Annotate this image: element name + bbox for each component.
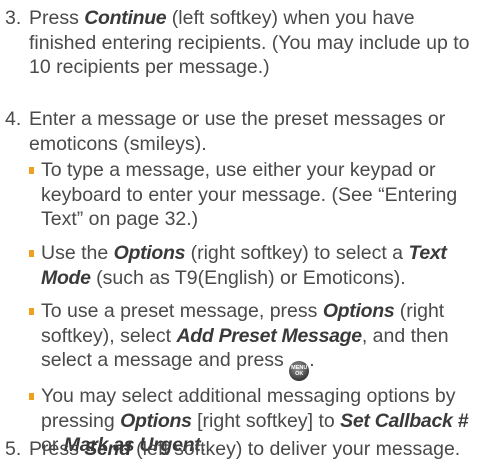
bullet-item: Use the Options (right softkey) to selec… xyxy=(29,241,479,290)
step-3: 3. Press Continue (left softkey) when yo… xyxy=(0,6,485,80)
bullet-marker xyxy=(29,167,34,174)
menu-ok-key-icon: MENU OK xyxy=(289,361,310,381)
bullet-item: To type a message, use either your keypa… xyxy=(29,158,479,232)
bullet-text: To use a preset message, press Options (… xyxy=(41,299,479,381)
softkey-name: Continue xyxy=(84,7,167,29)
bullet-text: Use the Options (right softkey) to selec… xyxy=(41,242,447,289)
step-4: 4. Enter a message or use the preset mes… xyxy=(0,107,485,156)
step-number: 4. xyxy=(5,108,22,130)
step-text: Enter a message or use the preset messag… xyxy=(29,108,446,155)
bullet-item: To use a preset message, press Options (… xyxy=(29,299,479,381)
bullet-text: To type a message, use either your keypa… xyxy=(41,159,458,230)
manual-page: 3. Press Continue (left softkey) when yo… xyxy=(0,0,485,463)
step-number: 5. xyxy=(5,438,22,460)
step-text: Press Continue (left softkey) when you h… xyxy=(29,7,470,78)
step-5: 5. Press Send (left softkey) to deliver … xyxy=(0,437,485,462)
softkey-name: Send xyxy=(84,438,131,460)
bullet-marker xyxy=(29,393,34,400)
step-number: 3. xyxy=(5,7,22,29)
step-text: Press Send (left softkey) to deliver you… xyxy=(29,438,461,460)
bullet-marker xyxy=(29,250,34,257)
bullet-marker xyxy=(29,308,34,315)
